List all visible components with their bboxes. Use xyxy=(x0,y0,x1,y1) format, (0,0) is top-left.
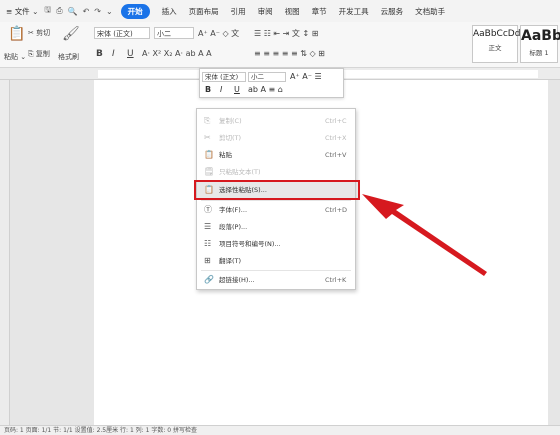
annotation-arrow-icon xyxy=(362,194,487,276)
status-bar: 页码: 1 页面: 1/1 节: 1/1 设置值: 2.5厘米 行: 1 列: … xyxy=(0,425,560,435)
